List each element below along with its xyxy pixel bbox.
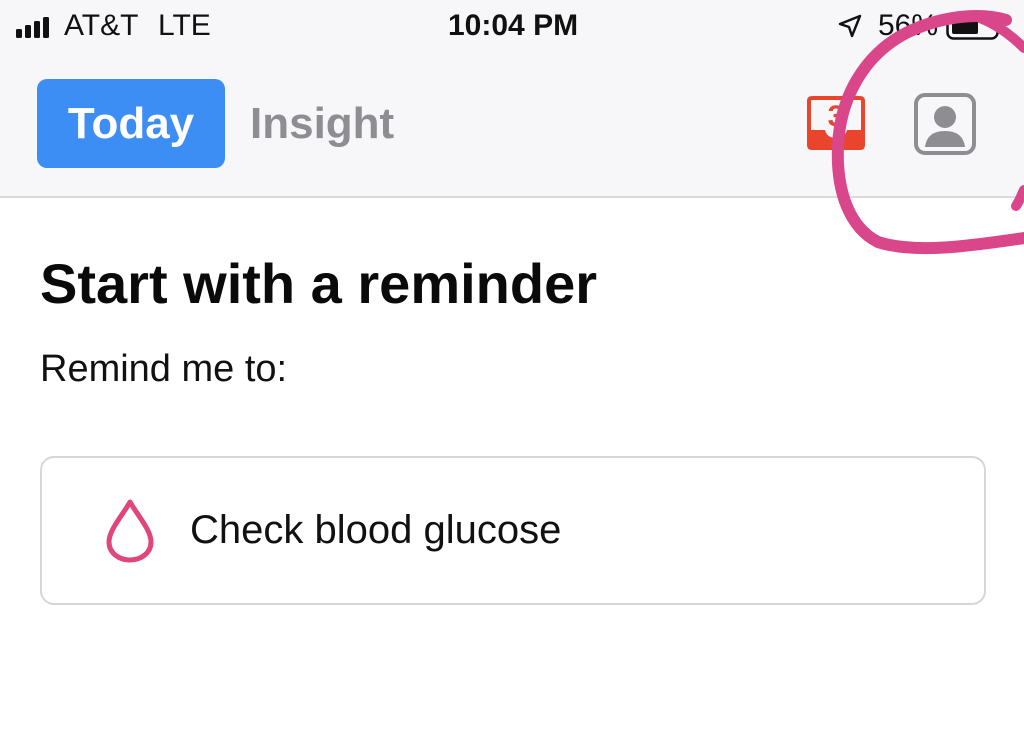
tab-today[interactable]: Today bbox=[37, 79, 225, 168]
battery-percentage: 56% bbox=[878, 9, 939, 42]
battery-icon bbox=[946, 12, 1004, 40]
profile-icon bbox=[914, 93, 976, 155]
carrier-label: AT&T bbox=[64, 9, 139, 42]
tab-insight[interactable]: Insight bbox=[250, 79, 394, 168]
page-title: Start with a reminder bbox=[40, 252, 598, 315]
inbox-badge-count: 3 bbox=[827, 100, 845, 133]
network-type-label: LTE bbox=[158, 9, 211, 42]
profile-button[interactable] bbox=[914, 93, 976, 155]
location-arrow-icon bbox=[838, 14, 862, 38]
clock: 10:04 PM bbox=[448, 9, 579, 42]
inbox-button[interactable]: 3 bbox=[806, 94, 866, 152]
signal-bars-icon bbox=[16, 17, 49, 38]
blood-drop-icon bbox=[106, 499, 154, 563]
reminder-prompt: Remind me to: bbox=[40, 348, 288, 390]
top-navigation-bar: Today Insight 3 bbox=[0, 52, 1024, 198]
status-bar: AT&T LTE 10:04 PM 56% bbox=[0, 0, 1024, 52]
reminder-option-check-blood-glucose[interactable]: Check blood glucose bbox=[40, 456, 986, 605]
reminder-label: Check blood glucose bbox=[190, 508, 562, 552]
